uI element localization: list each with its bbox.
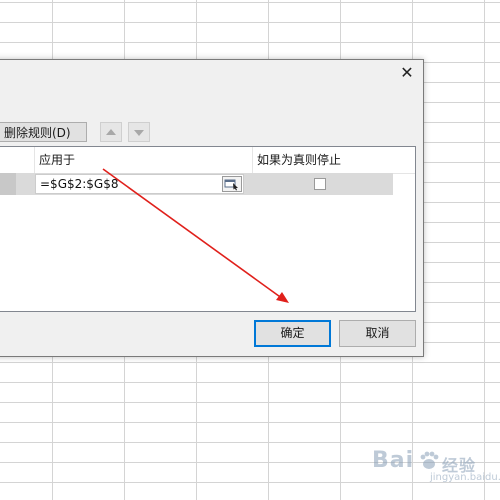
watermark-suffix: 经验 bbox=[442, 456, 477, 475]
applies-to-value: =$G$2:$G$8 bbox=[40, 177, 119, 191]
arrow-up-icon bbox=[106, 129, 116, 135]
baidu-watermark: Bai 经验 jingyan.baidu.com bbox=[372, 448, 500, 488]
range-select-icon bbox=[224, 179, 238, 191]
move-down-button[interactable] bbox=[128, 122, 150, 142]
rules-list: 应用于 如果为真则停止 =$G$2:$G$8 bbox=[0, 146, 416, 312]
header-rule bbox=[0, 147, 35, 173]
applies-to-input[interactable]: =$G$2:$G$8 bbox=[35, 174, 244, 194]
watermark-brand: Bai bbox=[372, 448, 415, 473]
header-stop-if-true: 如果为真则停止 bbox=[257, 153, 342, 167]
cancel-button[interactable]: 取消 bbox=[339, 320, 416, 347]
rule-row-indicator bbox=[0, 173, 16, 195]
paw-icon bbox=[420, 451, 439, 469]
delete-rule-button[interactable]: 删除规则(D) bbox=[0, 122, 87, 142]
watermark-url: jingyan.baidu.com bbox=[430, 472, 500, 483]
ok-button[interactable]: 确定 bbox=[254, 320, 331, 347]
rule-row[interactable]: =$G$2:$G$8 bbox=[0, 173, 393, 195]
stop-if-true-checkbox[interactable] bbox=[314, 178, 326, 190]
spreadsheet-grid: ✕ 删除规则(D) 应用于 如果为真则停止 =$G$2:$G$8 确定 取消 B… bbox=[0, 0, 500, 500]
range-picker-button[interactable] bbox=[222, 176, 242, 192]
arrow-down-icon bbox=[134, 130, 144, 136]
close-icon[interactable]: ✕ bbox=[398, 64, 416, 82]
rules-list-header: 应用于 如果为真则停止 bbox=[0, 147, 415, 174]
conditional-format-rules-dialog: ✕ 删除规则(D) 应用于 如果为真则停止 =$G$2:$G$8 确定 取消 bbox=[0, 59, 424, 357]
header-applies-to: 应用于 bbox=[35, 147, 253, 173]
move-up-button[interactable] bbox=[100, 122, 122, 142]
